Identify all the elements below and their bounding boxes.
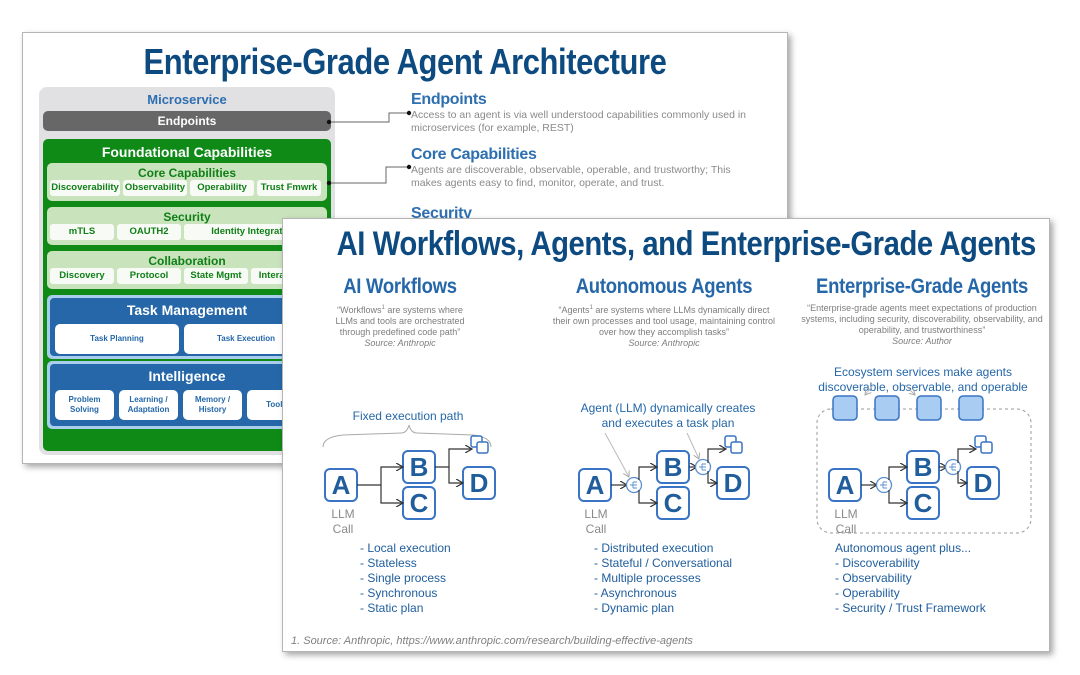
list-item: - Operability: [835, 586, 900, 600]
list-item: - Static plan: [360, 601, 424, 615]
ecosystem-service: [916, 395, 942, 421]
node-d-label: D: [470, 468, 489, 498]
llm-label-line: Call: [332, 522, 354, 536]
pointer-line: [865, 384, 874, 395]
list-item: - Observability: [835, 571, 912, 585]
description-heading: Core Capabilities: [411, 146, 537, 163]
node-c-label: C: [914, 488, 933, 518]
flow-arrow: [638, 490, 657, 503]
node-a-label: A: [836, 470, 855, 500]
tool-icon: [980, 441, 993, 454]
agent-traits-list: - Distributed execution - Stateful / Con…: [594, 541, 732, 616]
llm-label-line: LLM: [331, 507, 355, 521]
ecosystem-service: [874, 395, 900, 421]
connector-dot: [326, 119, 332, 125]
flow-arrow: [888, 467, 907, 480]
list-item: - Dynamic plan: [594, 601, 675, 615]
flow-arrow: [888, 490, 907, 503]
flow-arrow: [357, 467, 403, 486]
node-b-label: B: [664, 452, 683, 482]
description-text: Agents are discoverable, observable, ope…: [411, 164, 731, 189]
core-capabilities-description: Core Capabilities Agents are discoverabl…: [411, 146, 751, 190]
flow-arrow: [707, 449, 726, 463]
tool-icon: [730, 441, 743, 454]
ecosystem-service: [832, 395, 858, 421]
tool-icon: [476, 441, 489, 454]
node-d-label: D: [974, 468, 993, 498]
pointer-line: [904, 384, 915, 395]
brace: [322, 424, 492, 448]
list-item: - Distributed execution: [594, 541, 714, 555]
llm-label-line: Call: [585, 522, 607, 536]
node-c-label: C: [664, 488, 683, 518]
node-b-label: B: [914, 452, 933, 482]
list-item: - Single process: [360, 571, 447, 585]
comparison-slide: AI Workflows, Agents, and Enterprise-Gra…: [282, 218, 1050, 652]
core-connector: [329, 166, 409, 184]
flow-arrow: [957, 449, 976, 463]
node-d-label: D: [724, 468, 743, 498]
flow-arrow: [638, 467, 657, 480]
list-item: - Stateless: [360, 556, 417, 570]
list-intro: Autonomous agent plus...: [835, 541, 972, 555]
description-text: Access to an agent is via well understoo…: [411, 109, 747, 134]
list-item: - Discoverability: [835, 556, 920, 570]
footnote: 1. Source: Anthropic, https://www.anthro…: [291, 635, 693, 647]
enterprise-traits-list: Autonomous agent plus... - Discoverabili…: [835, 541, 986, 616]
connector-dot: [326, 180, 332, 186]
list-item: - Stateful / Conversational: [594, 556, 733, 570]
list-item: - Local execution: [360, 541, 451, 555]
workflow-traits-list: - Local execution - Stateless - Single p…: [360, 541, 451, 616]
flow-arrow: [957, 471, 967, 483]
llm-label-line: Call: [835, 522, 857, 536]
llm-call-label: LLM Call: [323, 507, 363, 537]
endpoints-description: Endpoints Access to an agent is via well…: [411, 91, 751, 135]
node-c-label: C: [410, 488, 429, 518]
list-item: - Multiple processes: [594, 571, 701, 585]
llm-call-label: LLM Call: [826, 507, 866, 537]
llm-label-line: LLM: [584, 507, 608, 521]
flow-arrow: [435, 449, 472, 468]
llm-call-label: LLM Call: [576, 507, 616, 537]
flow-arrow: [707, 471, 717, 483]
node-a-label: A: [586, 470, 605, 500]
node-a-label: A: [332, 470, 351, 500]
list-item: - Asynchronous: [594, 586, 677, 600]
flow-arrow: [448, 467, 463, 483]
endpoints-connector: [329, 112, 409, 123]
flow-arrow: [380, 485, 403, 503]
ecosystem-service: [958, 395, 984, 421]
llm-label-line: LLM: [834, 507, 858, 521]
list-item: - Security / Trust Framework: [835, 601, 986, 615]
list-item: - Synchronous: [360, 586, 438, 600]
node-b-label: B: [410, 452, 429, 482]
description-heading: Endpoints: [411, 91, 487, 108]
